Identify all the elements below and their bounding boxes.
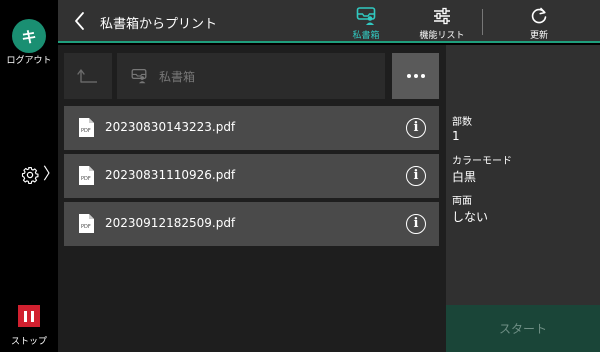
svg-text:PDF: PDF (81, 224, 91, 230)
header-bar: 私書箱からプリント 私書箱 機能リスト 更新 (58, 0, 600, 43)
duplex-value: しない (452, 210, 489, 224)
svg-text:PDF: PDF (81, 176, 91, 182)
gear-icon[interactable] (21, 166, 39, 184)
mailbox-button[interactable]: 私書箱 (338, 0, 394, 41)
stop-label: ストップ (10, 337, 47, 347)
settings-summary-panel: 部数 1 カラーモード 白黒 両面 しない スタート (446, 45, 600, 352)
current-path: 私書箱 (117, 53, 385, 99)
logout-button[interactable]: キ (12, 19, 46, 53)
file-row[interactable]: PDF 20230831110926.pdf i (64, 154, 439, 198)
copies-label: 部数 (452, 117, 472, 128)
file-name: 20230830143223.pdf (105, 120, 236, 134)
more-icon (406, 74, 411, 78)
info-icon[interactable]: i (406, 166, 426, 186)
pdf-file-icon: PDF (79, 214, 94, 233)
mailbox-label: 私書箱 (352, 31, 380, 41)
function-list-label: 機能リスト (419, 31, 465, 41)
page-title: 私書箱からプリント (100, 17, 218, 32)
color-mode-value: 白黒 (452, 170, 477, 184)
refresh-icon (531, 7, 547, 24)
rail-expand-chevron[interactable]: 〉 (43, 164, 59, 184)
header-divider (482, 9, 483, 35)
start-button[interactable]: スタート (446, 305, 600, 352)
back-arrow-icon[interactable] (72, 10, 88, 32)
up-folder-icon (77, 69, 97, 83)
file-list-panel: 私書箱 PDF 20230830143223.pdf i PDF 2023083… (58, 45, 446, 352)
color-mode-label: カラーモード (452, 156, 512, 167)
pdf-file-icon: PDF (79, 118, 94, 137)
logout-label: ログアウト (6, 56, 52, 66)
info-icon[interactable]: i (406, 214, 426, 234)
file-name: 20230831110926.pdf (105, 168, 236, 182)
svg-text:PDF: PDF (81, 128, 91, 134)
mailbox-icon (131, 68, 147, 84)
current-path-label: 私書箱 (159, 70, 196, 84)
more-options-button[interactable] (392, 53, 439, 99)
stop-button[interactable] (18, 305, 40, 327)
refresh-button[interactable]: 更新 (514, 0, 564, 41)
mailbox-icon (356, 7, 376, 25)
logout-glyph: キ (21, 27, 37, 46)
refresh-label: 更新 (529, 31, 548, 41)
pdf-file-icon: PDF (79, 166, 94, 185)
function-list-button[interactable]: 機能リスト (412, 0, 472, 41)
pause-bar-icon (31, 310, 34, 322)
sliders-icon (434, 7, 450, 25)
file-name: 20230912182509.pdf (105, 216, 236, 230)
file-row[interactable]: PDF 20230912182509.pdf i (64, 202, 439, 246)
duplex-label: 両面 (452, 196, 472, 207)
info-icon[interactable]: i (406, 118, 426, 138)
copies-value: 1 (452, 129, 460, 143)
file-row[interactable]: PDF 20230830143223.pdf i (64, 106, 439, 150)
up-folder-button[interactable] (64, 53, 112, 99)
pause-bar-icon (24, 310, 27, 322)
left-rail: キ ログアウト 〉 ストップ (0, 0, 59, 352)
